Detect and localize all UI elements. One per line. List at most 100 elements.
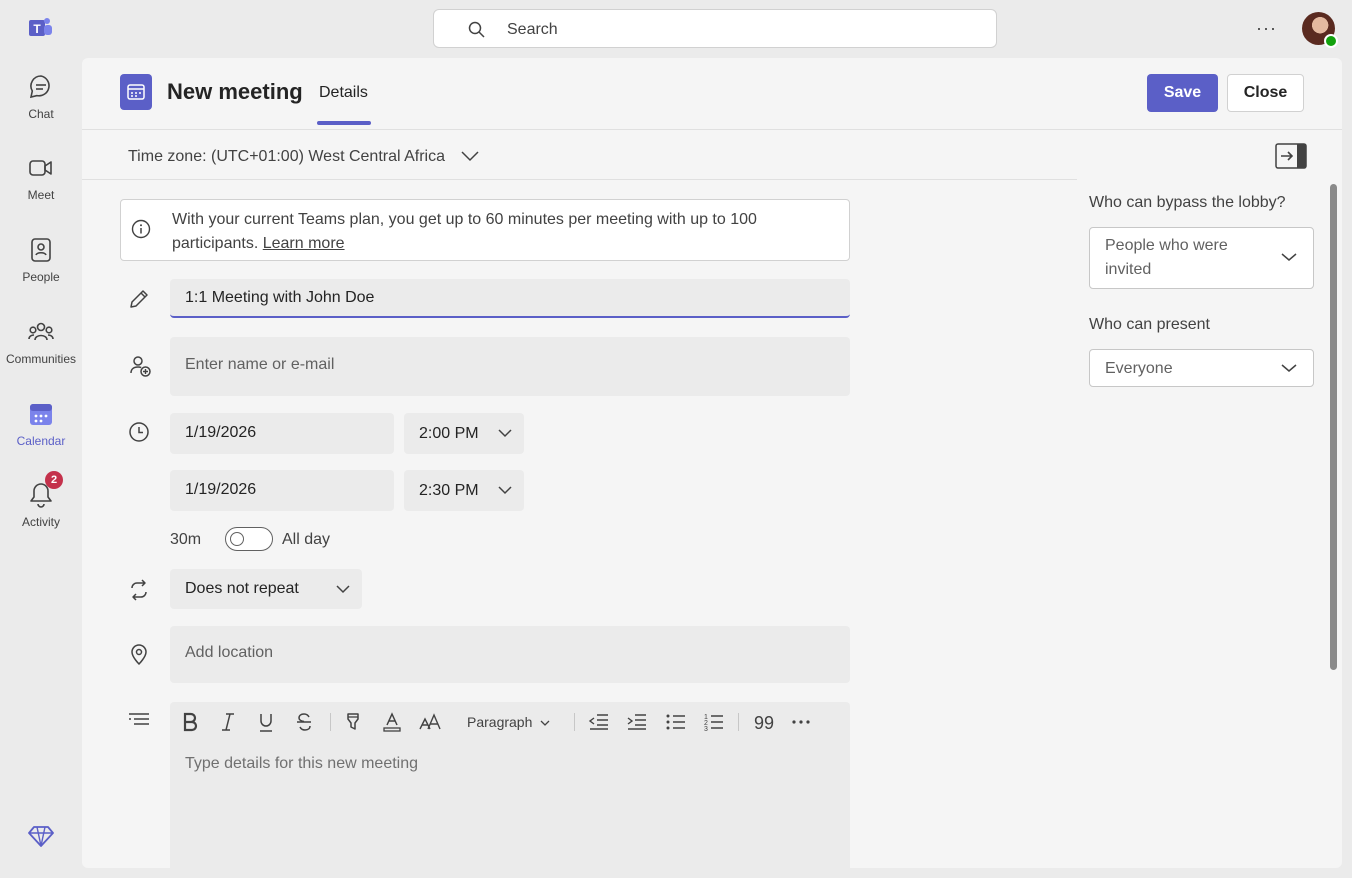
info-icon bbox=[131, 219, 151, 239]
start-date-value: 1/19/2026 bbox=[185, 424, 257, 441]
notification-badge: 2 bbox=[45, 471, 63, 489]
toolbar-separator bbox=[574, 713, 575, 731]
lobby-bypass-dropdown[interactable]: People who were invited bbox=[1089, 227, 1314, 289]
meeting-title-input[interactable]: 1:1 Meeting with John Doe bbox=[170, 279, 850, 318]
chat-icon bbox=[29, 75, 50, 99]
calendar-app-icon bbox=[120, 74, 152, 110]
attendees-input[interactable]: Enter name or e-mail bbox=[170, 337, 850, 396]
rail-label: Activity bbox=[21, 515, 60, 529]
chevron-down-icon[interactable] bbox=[460, 150, 480, 162]
close-button[interactable]: Close bbox=[1227, 74, 1304, 112]
attendees-placeholder: Enter name or e-mail bbox=[185, 356, 335, 373]
repeat-icon bbox=[131, 579, 147, 601]
meeting-header: New meeting Details Save Close bbox=[82, 58, 1342, 130]
more-formatting-icon[interactable] bbox=[790, 711, 812, 733]
learn-more-link[interactable]: Learn more bbox=[263, 235, 345, 252]
vertical-scrollbar[interactable] bbox=[1330, 184, 1337, 670]
numbered-list-icon[interactable]: 123 bbox=[703, 711, 725, 733]
start-time-value: 2:00 PM bbox=[419, 425, 479, 442]
rail-item-meet[interactable]: Meet bbox=[0, 154, 82, 224]
toolbar-separator bbox=[330, 713, 331, 731]
user-avatar[interactable] bbox=[1302, 12, 1338, 48]
more-options-button[interactable]: ··· bbox=[1256, 18, 1277, 39]
bulleted-list-icon[interactable] bbox=[665, 711, 687, 733]
italic-icon[interactable] bbox=[218, 711, 238, 733]
video-icon bbox=[29, 160, 52, 176]
formatting-toolbar: Paragraph 123 99 bbox=[170, 702, 850, 742]
pencil-icon bbox=[130, 290, 148, 308]
premium-diamond-icon[interactable] bbox=[28, 823, 54, 849]
location-pin-icon bbox=[131, 644, 147, 666]
end-time-dropdown[interactable]: 2:30 PM bbox=[404, 470, 524, 511]
timezone-dropdown[interactable]: Time zone: (UTC+01:00) West Central Afri… bbox=[128, 148, 445, 166]
start-time-dropdown[interactable]: 2:00 PM bbox=[404, 413, 524, 454]
end-date-value: 1/19/2026 bbox=[185, 481, 257, 498]
increase-indent-icon[interactable] bbox=[626, 711, 648, 733]
underline-icon[interactable] bbox=[256, 711, 276, 733]
chevron-down-icon bbox=[498, 486, 512, 495]
location-input[interactable]: Add location bbox=[170, 626, 850, 683]
paragraph-style-dropdown[interactable]: Paragraph bbox=[467, 714, 550, 730]
details-placeholder: Type details for this new meeting bbox=[185, 755, 419, 772]
presence-available-icon bbox=[1324, 34, 1338, 48]
decrease-indent-icon[interactable] bbox=[588, 711, 610, 733]
rail-item-calendar[interactable]: Calendar bbox=[0, 400, 82, 470]
chevron-down-icon bbox=[336, 585, 350, 594]
new-meeting-panel: New meeting Details Save Close Time zone… bbox=[82, 58, 1342, 868]
who-can-present-dropdown[interactable]: Everyone bbox=[1089, 349, 1314, 387]
highlight-icon[interactable] bbox=[343, 711, 363, 733]
rail-label: Calendar bbox=[16, 434, 66, 448]
font-color-icon[interactable] bbox=[382, 711, 402, 733]
chevron-down-icon bbox=[498, 429, 512, 438]
who-can-present-value: Everyone bbox=[1105, 360, 1173, 377]
save-button[interactable]: Save bbox=[1147, 74, 1218, 112]
all-day-label: All day bbox=[282, 531, 331, 548]
communities-icon bbox=[28, 322, 54, 341]
bold-icon[interactable] bbox=[180, 711, 200, 733]
teams-logo-icon[interactable]: T bbox=[26, 14, 54, 42]
rail-item-activity[interactable]: 2 Activity bbox=[0, 471, 82, 551]
details-text-icon bbox=[129, 713, 149, 725]
svg-text:3: 3 bbox=[704, 726, 708, 733]
start-date-input[interactable]: 1/19/2026 bbox=[170, 413, 394, 454]
details-editor[interactable]: Paragraph 123 99 Type details for this n… bbox=[170, 702, 850, 868]
font-size-icon[interactable] bbox=[419, 711, 441, 733]
tab-details[interactable]: Details bbox=[319, 84, 368, 102]
timezone-row: Time zone: (UTC+01:00) West Central Afri… bbox=[82, 131, 1077, 180]
toggle-knob bbox=[230, 532, 244, 546]
toolbar-separator bbox=[738, 713, 739, 731]
rail-label: Meet bbox=[27, 188, 55, 202]
svg-text:T: T bbox=[33, 22, 41, 36]
svg-text:99: 99 bbox=[754, 713, 774, 733]
repeat-value: Does not repeat bbox=[185, 580, 299, 597]
plan-info-text: With your current Teams plan, you get up… bbox=[172, 208, 832, 256]
rail-item-people[interactable]: People bbox=[0, 236, 82, 306]
calendar-icon bbox=[30, 404, 52, 425]
paragraph-style-value: Paragraph bbox=[467, 714, 533, 730]
location-placeholder: Add location bbox=[185, 644, 274, 661]
lobby-bypass-value: People who were invited bbox=[1105, 237, 1228, 278]
end-date-input[interactable]: 1/19/2026 bbox=[170, 470, 394, 511]
app-rail: T Chat Meet People Communities Calendar … bbox=[0, 0, 82, 878]
collapse-panel-icon[interactable] bbox=[1275, 143, 1307, 169]
clock-icon bbox=[129, 422, 149, 442]
search-icon bbox=[468, 21, 485, 38]
rail-label: People bbox=[22, 270, 60, 284]
rail-item-communities[interactable]: Communities bbox=[0, 318, 82, 388]
search-placeholder: Search bbox=[507, 21, 558, 38]
all-day-toggle[interactable] bbox=[225, 527, 273, 551]
quote-icon[interactable]: 99 bbox=[753, 711, 775, 733]
page-title: New meeting bbox=[167, 79, 303, 104]
meeting-title-value: 1:1 Meeting with John Doe bbox=[185, 289, 375, 306]
plan-info-banner: With your current Teams plan, you get up… bbox=[120, 199, 850, 261]
search-box[interactable]: Search bbox=[433, 9, 997, 48]
people-icon bbox=[31, 238, 51, 262]
strikethrough-icon[interactable] bbox=[294, 711, 314, 733]
chevron-down-icon bbox=[1281, 253, 1297, 261]
activity-icon-wrap: 2 bbox=[27, 471, 63, 509]
chevron-down-icon bbox=[1281, 364, 1297, 372]
repeat-dropdown[interactable]: Does not repeat bbox=[170, 569, 362, 609]
rail-item-chat[interactable]: Chat bbox=[0, 73, 82, 143]
active-tab-indicator bbox=[317, 121, 371, 125]
chevron-down-icon bbox=[540, 720, 550, 726]
